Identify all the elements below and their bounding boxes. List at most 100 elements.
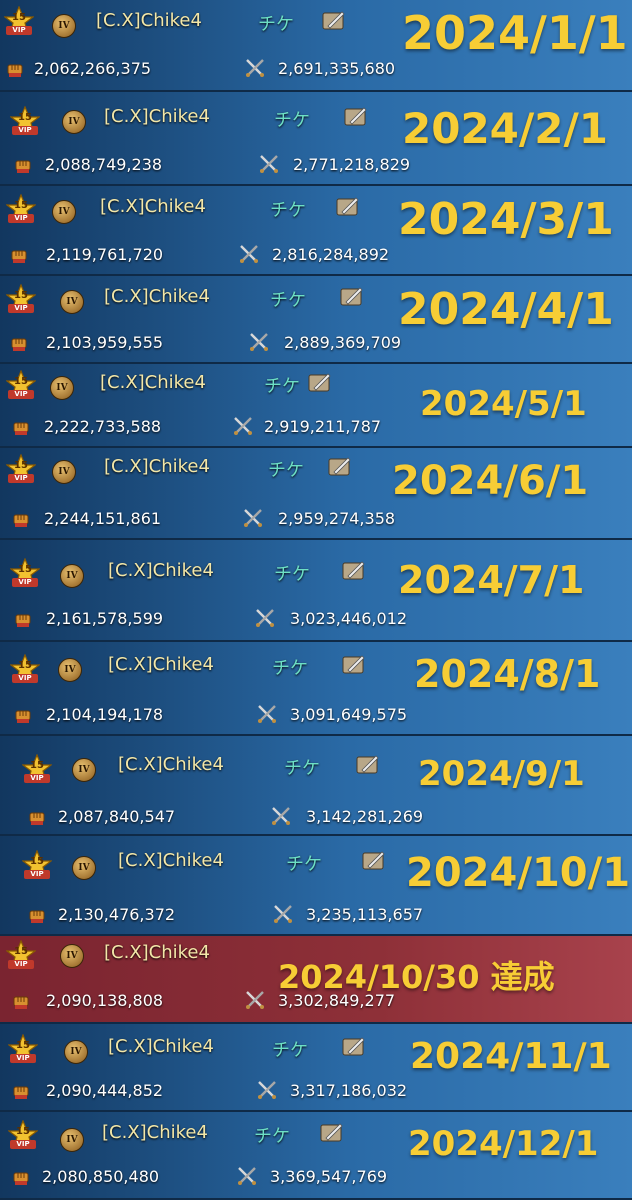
power-value: 2,161,578,599 bbox=[46, 609, 164, 628]
player-name[interactable]: [C.X]Chike4 bbox=[104, 286, 210, 307]
fist-icon bbox=[12, 1082, 30, 1100]
vip-label: VIP bbox=[8, 214, 34, 223]
crossed-swords-icon bbox=[244, 989, 266, 1011]
player-name[interactable]: [C.X]Chike4 bbox=[100, 372, 206, 393]
scroll-quill-icon[interactable] bbox=[340, 653, 368, 677]
vip-level: 15 bbox=[14, 946, 28, 957]
player-nickname: チケ bbox=[264, 376, 300, 397]
player-name[interactable]: [C.X]Chike4 bbox=[104, 106, 210, 127]
vip-badge-icon: 15 VIP bbox=[6, 454, 36, 484]
vip-level: 15 bbox=[14, 200, 28, 211]
kill-points-value: 2,771,218,829 bbox=[293, 155, 411, 174]
fist-icon bbox=[12, 1168, 30, 1186]
vip-level: 15 bbox=[18, 660, 32, 671]
kill-points-value: 2,959,274,358 bbox=[278, 509, 396, 528]
vip-badge-icon: 15 VIP bbox=[10, 558, 40, 588]
kill-points-value: 3,023,446,012 bbox=[290, 609, 408, 628]
vip-badge-icon: 15 VIP bbox=[6, 940, 36, 970]
snapshot-row: 15 VIP IV [C.X]Chike4 チケ 2024/5/1 2,222,733,58… bbox=[0, 364, 632, 448]
vip-label: VIP bbox=[12, 674, 38, 683]
snapshot-date: 2024/10/1 bbox=[406, 850, 631, 896]
crossed-swords-icon bbox=[258, 153, 280, 175]
snapshot-row: 15 VIP IV [C.X]Chike4 チケ 2024/1/1 2,062,266,37… bbox=[0, 0, 632, 92]
player-name[interactable]: [C.X]Chike4 bbox=[96, 10, 202, 31]
crossed-swords-icon bbox=[272, 903, 294, 925]
fist-icon bbox=[14, 156, 32, 174]
player-name[interactable]: [C.X]Chike4 bbox=[104, 942, 210, 963]
kill-points-value: 3,091,649,575 bbox=[290, 705, 408, 724]
scroll-quill-icon[interactable] bbox=[334, 195, 362, 219]
player-name[interactable]: [C.X]Chike4 bbox=[118, 754, 224, 775]
power-value: 2,087,840,547 bbox=[58, 807, 176, 826]
scroll-quill-icon[interactable] bbox=[360, 849, 388, 873]
kill-points-value: 2,816,284,892 bbox=[272, 245, 390, 264]
player-nickname: チケ bbox=[258, 14, 294, 35]
vip-badge-icon: 15 VIP bbox=[10, 106, 40, 136]
vip-badge-icon: 15 VIP bbox=[6, 194, 36, 224]
vip-label: VIP bbox=[12, 578, 38, 587]
player-nickname: チケ bbox=[272, 1040, 308, 1061]
scroll-quill-icon[interactable] bbox=[326, 455, 354, 479]
kill-points-value: 2,919,211,787 bbox=[264, 417, 382, 436]
vip-label: VIP bbox=[8, 304, 34, 313]
rank-medal-icon: IV bbox=[72, 758, 96, 782]
scroll-quill-icon[interactable] bbox=[320, 9, 348, 33]
rank-medal-icon: IV bbox=[52, 200, 76, 224]
snapshot-date: 2024/2/1 bbox=[402, 104, 609, 153]
vip-badge-icon: 15 VIP bbox=[6, 284, 36, 314]
crossed-swords-icon bbox=[248, 331, 270, 353]
vip-level: 15 bbox=[14, 376, 28, 387]
scroll-quill-icon[interactable] bbox=[306, 371, 334, 395]
snapshot-row: 15 VIP IV [C.X]Chike4 チケ 2024/3/1 2,119,761,72… bbox=[0, 186, 632, 276]
kill-points-value: 3,317,186,032 bbox=[290, 1081, 408, 1100]
vip-label: VIP bbox=[10, 1140, 36, 1149]
fist-icon bbox=[28, 906, 46, 924]
player-nickname: チケ bbox=[284, 758, 320, 779]
player-name[interactable]: [C.X]Chike4 bbox=[104, 456, 210, 477]
scroll-quill-icon[interactable] bbox=[342, 105, 370, 129]
player-name[interactable]: [C.X]Chike4 bbox=[108, 654, 214, 675]
power-value: 2,080,850,480 bbox=[42, 1167, 160, 1186]
vip-badge-icon: 15 VIP bbox=[8, 1120, 38, 1150]
rank-medal-icon: IV bbox=[52, 460, 76, 484]
scroll-quill-icon[interactable] bbox=[338, 285, 366, 309]
snapshot-date: 2024/9/1 bbox=[418, 754, 585, 794]
crossed-swords-icon bbox=[254, 607, 276, 629]
snapshot-date: 2024/3/1 bbox=[398, 194, 614, 245]
snapshot-row: 15 VIP IV [C.X]Chike4 チケ 2024/8/1 2,104,194,17… bbox=[0, 642, 632, 736]
vip-label: VIP bbox=[6, 26, 32, 35]
crossed-swords-icon bbox=[244, 57, 266, 79]
snapshot-row: 15 VIP IV [C.X]Chike4 チケ 2024/9/1 2,087,840,54… bbox=[0, 736, 632, 836]
kill-points-value: 2,691,335,680 bbox=[278, 59, 396, 78]
player-name[interactable]: [C.X]Chike4 bbox=[118, 850, 224, 871]
power-value: 2,090,138,808 bbox=[46, 991, 164, 1010]
vip-badge-icon: 15 VIP bbox=[22, 754, 52, 784]
power-value: 2,103,959,555 bbox=[46, 333, 164, 352]
rank-medal-icon: IV bbox=[62, 110, 86, 134]
vip-level: 15 bbox=[16, 1040, 30, 1051]
player-name[interactable]: [C.X]Chike4 bbox=[102, 1122, 208, 1143]
kill-points-value: 3,142,281,269 bbox=[306, 807, 424, 826]
scroll-quill-icon[interactable] bbox=[354, 753, 382, 777]
snapshot-date: 2024/1/1 bbox=[402, 6, 628, 60]
snapshot-row: 15 VIP IV [C.X]Chike4 チケ 2024/6/1 2,244,151,86… bbox=[0, 448, 632, 540]
player-nickname: チケ bbox=[270, 290, 306, 311]
scroll-quill-icon[interactable] bbox=[340, 559, 368, 583]
kill-points-value: 3,302,849,277 bbox=[278, 991, 396, 1010]
player-name[interactable]: [C.X]Chike4 bbox=[108, 560, 214, 581]
crossed-swords-icon bbox=[236, 1165, 258, 1187]
vip-level: 15 bbox=[18, 564, 32, 575]
player-nickname: チケ bbox=[286, 854, 322, 875]
vip-level: 15 bbox=[16, 1126, 30, 1137]
player-name[interactable]: [C.X]Chike4 bbox=[100, 196, 206, 217]
player-name[interactable]: [C.X]Chike4 bbox=[108, 1036, 214, 1057]
power-value: 2,119,761,720 bbox=[46, 245, 164, 264]
vip-badge-icon: 15 VIP bbox=[4, 6, 34, 36]
rank-medal-icon: IV bbox=[52, 14, 76, 38]
fist-icon bbox=[6, 60, 24, 78]
power-value: 2,090,444,852 bbox=[46, 1081, 164, 1100]
scroll-quill-icon[interactable] bbox=[340, 1035, 368, 1059]
power-value: 2,104,194,178 bbox=[46, 705, 164, 724]
scroll-quill-icon[interactable] bbox=[318, 1121, 346, 1145]
vip-badge-icon: 15 VIP bbox=[10, 654, 40, 684]
